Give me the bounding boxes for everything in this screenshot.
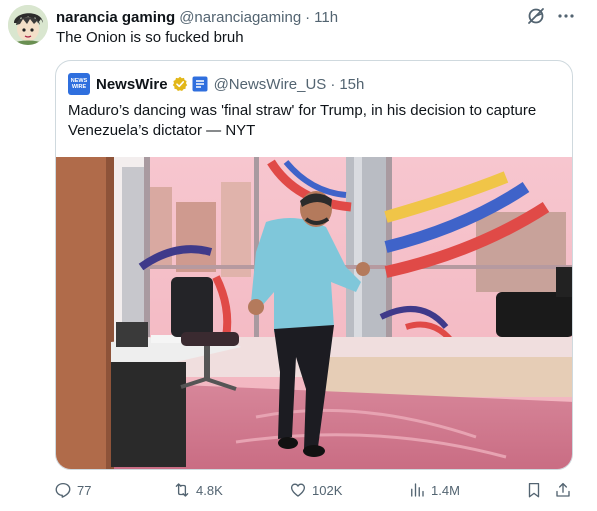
- share-button[interactable]: [554, 478, 577, 502]
- views-icon: [411, 483, 424, 497]
- quote-media-photo[interactable]: [56, 157, 572, 469]
- quote-author-name[interactable]: NewsWire: [96, 76, 168, 93]
- quote-author-avatar[interactable]: NEWS WIRE: [68, 73, 90, 95]
- quote-header: NEWS WIRE NewsWire @NewsWire_US · 15h: [68, 73, 364, 95]
- like-button[interactable]: 102K: [289, 478, 342, 502]
- repost-icon: [175, 483, 189, 497]
- view-count: 1.4M: [431, 482, 460, 498]
- grok-icon[interactable]: [526, 6, 546, 26]
- separator-dot: ·: [305, 8, 311, 26]
- verified-badge-icon: [172, 76, 187, 91]
- repost-count: 4.8K: [196, 482, 223, 498]
- reply-button[interactable]: 77: [54, 478, 91, 502]
- like-count: 102K: [312, 482, 343, 498]
- author-handle[interactable]: @naranciagaming: [179, 9, 301, 26]
- share-icon: [556, 482, 570, 497]
- reply-icon: [55, 482, 71, 498]
- bookmark-button[interactable]: [525, 478, 548, 502]
- repost-button[interactable]: 4.8K: [173, 478, 223, 502]
- author-avatar[interactable]: [8, 5, 48, 45]
- quote-author-handle[interactable]: @NewsWire_US: [214, 76, 327, 93]
- avatar-image: [8, 5, 48, 45]
- quote-text: Maduro’s dancing was 'final straw' for T…: [68, 102, 537, 139]
- quoted-tweet[interactable]: NEWS WIRE NewsWire @NewsWire_US · 15h Ma…: [55, 60, 573, 470]
- like-icon: [290, 483, 306, 497]
- org-affiliate-icon[interactable]: [192, 76, 208, 92]
- tweet-text: The Onion is so fucked bruh: [56, 29, 244, 46]
- news-photo-icon: [56, 157, 572, 469]
- tweet-timestamp[interactable]: 11h: [314, 9, 338, 26]
- reply-count: 77: [77, 482, 92, 498]
- more-options-icon[interactable]: [556, 6, 576, 26]
- bookmark-icon: [528, 482, 540, 498]
- author-name[interactable]: narancia gaming: [56, 9, 175, 26]
- quote-separator-dot: ·: [330, 75, 336, 93]
- views-button[interactable]: 1.4M: [408, 478, 460, 502]
- quote-timestamp[interactable]: 15h: [339, 76, 364, 93]
- quote-avatar-text-bottom: WIRE: [71, 84, 87, 90]
- tweet-header: narancia gaming @naranciagaming · 11h: [56, 7, 597, 27]
- tweet-action-bar: 77 4.8K 102K 1.4M: [0, 478, 597, 502]
